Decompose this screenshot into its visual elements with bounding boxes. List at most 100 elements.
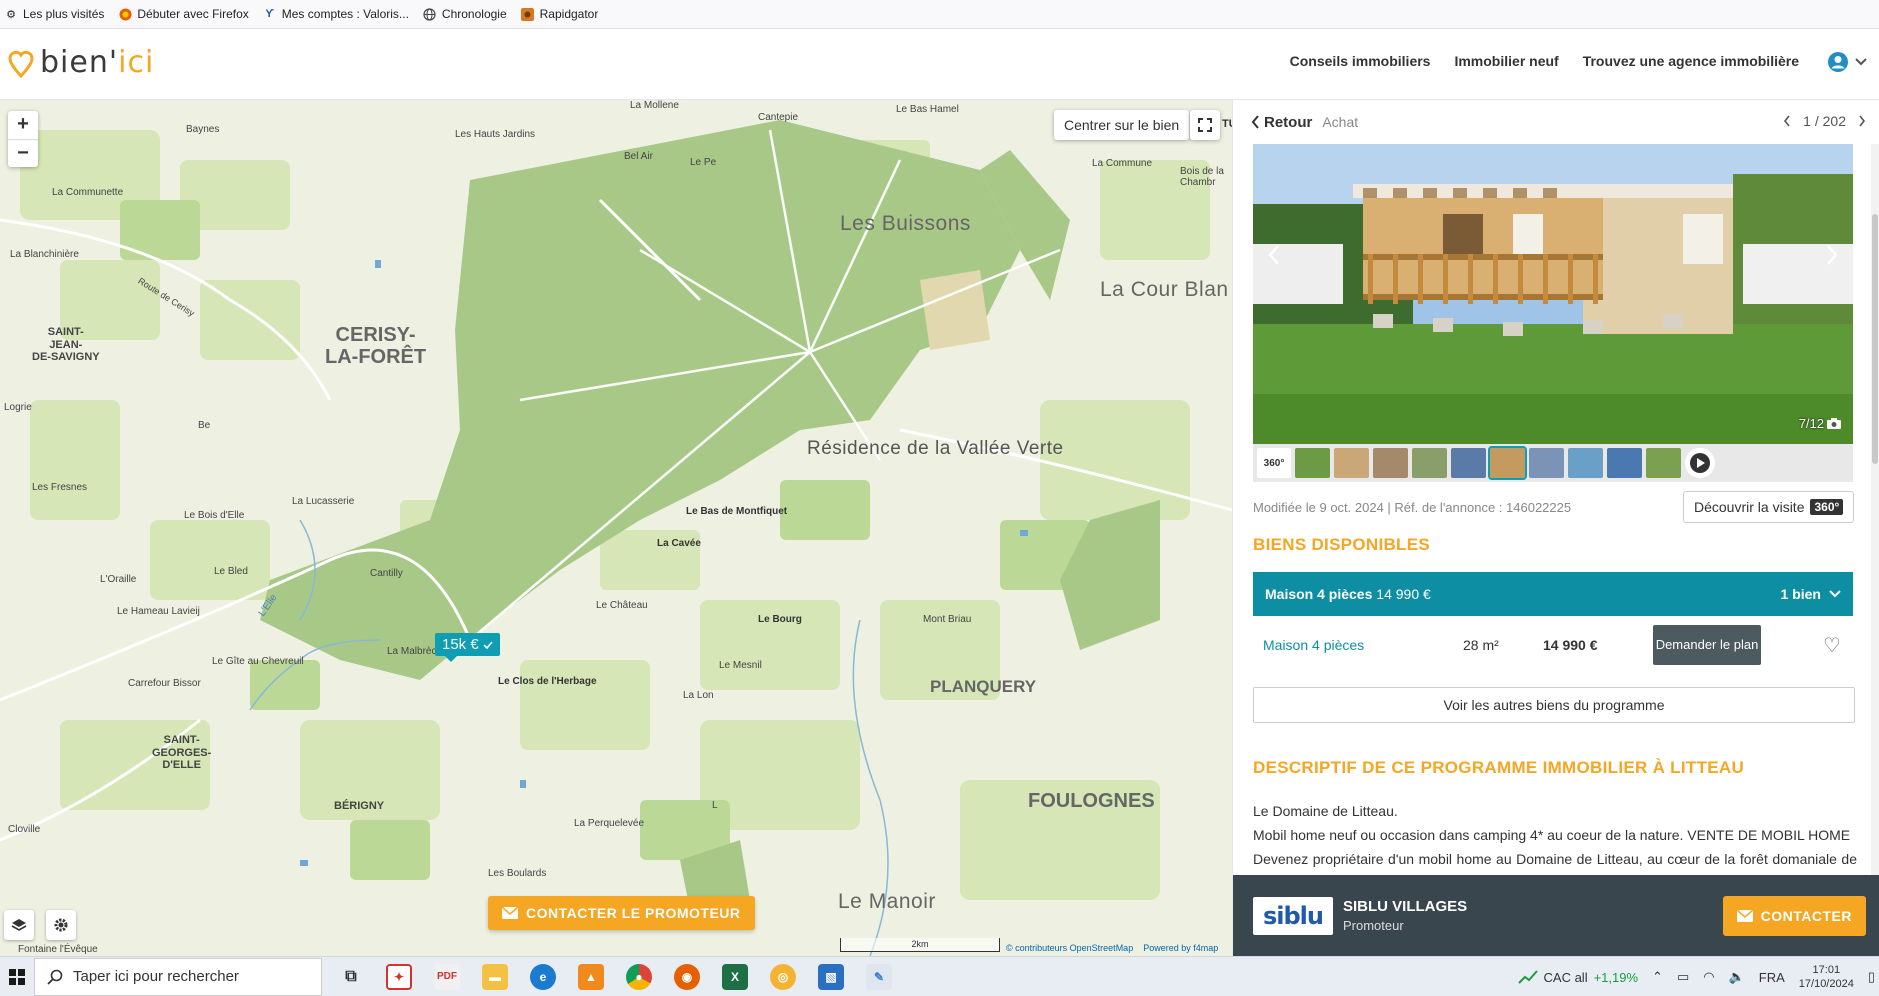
property-photo[interactable]: 7/12 <box>1253 144 1853 444</box>
zoom-out-button[interactable]: − <box>8 140 38 168</box>
zoom-in-button[interactable]: + <box>8 111 38 140</box>
thumbnail[interactable] <box>1488 446 1527 480</box>
thumbnail[interactable] <box>1412 448 1447 478</box>
taskbar-apps: ⧉ ✦ PDF ▬ e ▲ ● ◉ X ◎ ▧ ✎ <box>338 963 892 990</box>
prev-photo-icon[interactable] <box>1267 244 1281 266</box>
firefox-taskbar-icon[interactable]: ◉ <box>674 963 700 990</box>
map-label: Cloville <box>8 824 41 835</box>
search-icon <box>47 969 63 985</box>
map-label: Le Pe <box>690 157 717 168</box>
unit-group-header[interactable]: Maison 4 pièces 14 990 € 1 bien <box>1253 572 1853 616</box>
unit-group-count: 1 bien <box>1780 586 1821 602</box>
map-view[interactable]: La Mollene Le Bas Hamel Baynes Cantepie … <box>0 100 1232 956</box>
siblu-logo: siblu <box>1253 896 1333 935</box>
nav-trouvez-agence[interactable]: Trouvez une agence immobilière <box>1583 53 1799 69</box>
contact-promoter-button[interactable]: CONTACTER LE PROMOTEUR <box>488 896 755 930</box>
bookmark-chronologie[interactable]: Chronologie <box>423 7 507 21</box>
map-scale: 2km <box>840 938 1000 952</box>
center-on-property-button[interactable]: Centrer sur le bien <box>1054 110 1190 140</box>
bookmark-most-visited[interactable]: ⚙ Les plus visités <box>4 7 104 21</box>
thumbnail[interactable] <box>1529 448 1564 478</box>
clock[interactable]: 17:01 17/10/2024 <box>1799 963 1854 991</box>
map-label: Bel Air <box>624 151 653 162</box>
prev-result-icon[interactable] <box>1783 115 1791 127</box>
camera-icon <box>1827 418 1841 429</box>
photo-counter: 7/12 <box>1799 416 1841 431</box>
map-label: Le Manoir <box>838 890 936 913</box>
breadcrumb[interactable]: Achat <box>1322 114 1358 130</box>
bookmark-firefox-start[interactable]: Débuter avec Firefox <box>118 7 249 21</box>
stock-widget[interactable]: CAC all +1,19% <box>1517 969 1638 985</box>
layers-button[interactable] <box>4 910 34 940</box>
bienici-logo[interactable]: bien'ici <box>8 45 154 80</box>
wifi-icon[interactable]: ◠ <box>1703 969 1714 985</box>
excel-icon[interactable]: X <box>722 963 748 990</box>
thumbnail[interactable] <box>1295 448 1330 478</box>
map-label: L <box>712 800 718 811</box>
attribution-f4map[interactable]: Powered by f4map <box>1143 943 1218 953</box>
globe-icon <box>423 7 437 21</box>
thumbnail[interactable] <box>1568 448 1603 478</box>
photos-icon[interactable]: ▧ <box>818 963 844 990</box>
file-explorer-icon[interactable]: ▬ <box>482 963 508 990</box>
map-settings-button[interactable] <box>46 910 76 940</box>
thumbnail[interactable] <box>1607 448 1642 478</box>
heart-icon[interactable]: ♡ <box>1823 633 1841 658</box>
map-label: La Cour Blan <box>1100 278 1229 301</box>
thumbnail[interactable] <box>1451 448 1486 478</box>
battery-icon[interactable]: ▭ <box>1677 969 1689 985</box>
thumbnail[interactable] <box>1373 448 1408 478</box>
start-button[interactable] <box>0 957 34 996</box>
envelope-icon <box>502 907 518 919</box>
available-units-title: BIENS DISPONIBLES <box>1253 535 1431 554</box>
task-view-icon[interactable]: ⧉ <box>338 964 364 990</box>
map-label: Le Bas Hamel <box>896 104 959 115</box>
gear-icon: ⚙ <box>6 8 16 21</box>
thumbnail[interactable] <box>1334 448 1369 478</box>
map-label: La Cavée <box>657 538 701 549</box>
back-link[interactable]: Retour <box>1251 114 1312 131</box>
chevron-down-icon <box>1829 590 1841 598</box>
request-plan-button[interactable]: Demander le plan <box>1653 625 1761 665</box>
bookmark-mes-comptes[interactable]: ϒ Mes comptes : Valoris... <box>263 7 409 21</box>
pdf-app-icon[interactable]: PDF <box>434 963 460 990</box>
price-marker[interactable]: 15k € <box>435 633 500 662</box>
thumbnail[interactable] <box>1646 448 1681 478</box>
thumb-360[interactable]: 360° <box>1257 448 1291 478</box>
map-label: SAINT- GEORGES- D'ELLE <box>152 734 212 772</box>
taskbar-search[interactable]: Taper ici pour rechercher <box>34 957 322 996</box>
bookmark-rapidgator[interactable]: Rapidgator <box>521 7 598 21</box>
promoter-name: SIBLU VILLAGES <box>1343 898 1468 915</box>
user-menu[interactable] <box>1827 51 1867 73</box>
map-label: Carrefour Bissor <box>128 678 201 689</box>
fullscreen-button[interactable] <box>1190 110 1220 140</box>
language-indicator[interactable]: FRA <box>1759 970 1785 985</box>
logo-text-bien: bien' <box>40 45 119 80</box>
nav-conseils[interactable]: Conseils immobiliers <box>1290 53 1431 69</box>
unit-type[interactable]: Maison 4 pièces <box>1263 637 1463 653</box>
attribution-osm[interactable]: © contributeurs OpenStreetMap <box>1006 943 1133 953</box>
promoter-role: Promoteur <box>1343 918 1404 933</box>
notifications-icon[interactable]: ▯ <box>1868 969 1875 985</box>
next-result-icon[interactable] <box>1858 115 1866 127</box>
contact-button[interactable]: CONTACTER <box>1722 896 1866 936</box>
paint-icon[interactable]: ✎ <box>866 963 892 990</box>
volume-icon[interactable]: 🔈 <box>1729 969 1745 985</box>
chrome-icon[interactable]: ● <box>626 963 652 990</box>
scrollbar-thumb[interactable] <box>1872 214 1878 464</box>
video-thumbnail[interactable] <box>1685 448 1715 478</box>
edge-icon[interactable]: e <box>530 963 556 990</box>
map-label: La Lucasserie <box>292 496 355 507</box>
panel-scrollbar[interactable] <box>1871 144 1879 956</box>
app-icon-yellow[interactable]: ◎ <box>770 963 796 990</box>
map-label: La Mollene <box>630 100 679 111</box>
envelope-icon <box>1736 910 1753 922</box>
nav-immobilier-neuf[interactable]: Immobilier neuf <box>1454 53 1558 69</box>
vlc-icon[interactable]: ▲ <box>578 963 604 990</box>
bookmarks-bar: ⚙ Les plus visités Débuter avec Firefox … <box>0 0 1879 29</box>
app-icon-red[interactable]: ✦ <box>386 963 412 990</box>
next-photo-icon[interactable] <box>1825 244 1839 266</box>
virtual-visit-button[interactable]: Découvrir la visite 360° <box>1683 491 1855 523</box>
chevron-up-icon[interactable]: ⌃ <box>1652 969 1663 985</box>
other-units-button[interactable]: Voir les autres biens du programme <box>1253 687 1855 723</box>
